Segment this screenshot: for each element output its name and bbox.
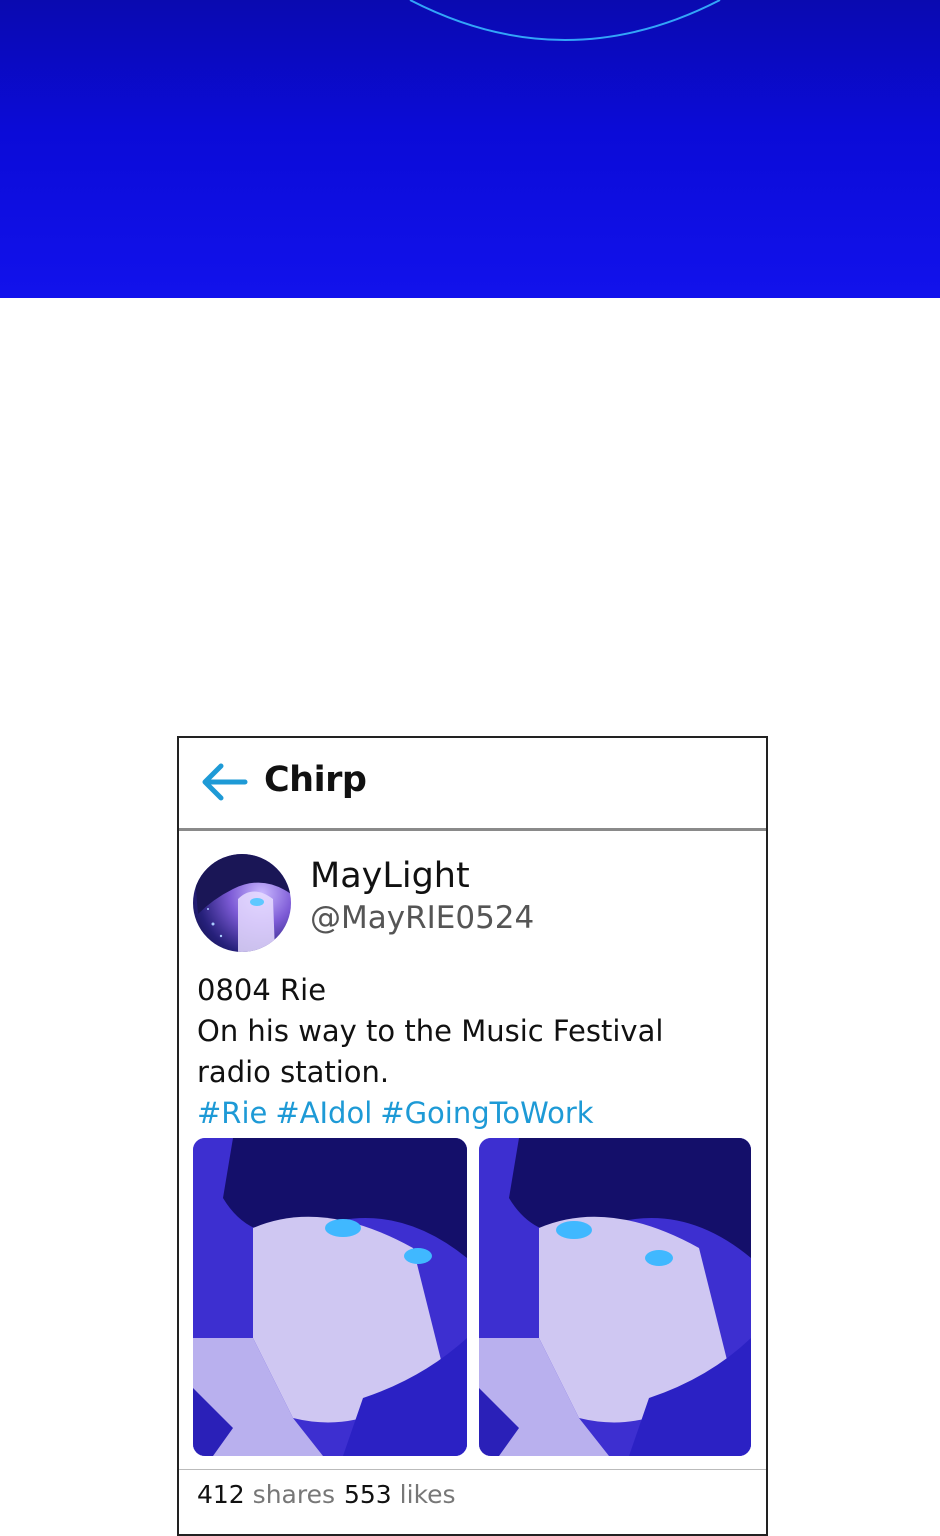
top-comic-panel [0, 0, 940, 298]
likes-label: likes [399, 1480, 456, 1509]
hashtag-link[interactable]: #AIdol [275, 1096, 372, 1130]
app-header: Chirp [179, 738, 766, 831]
hashtag-row: #Rie #AIdol #GoingToWork [197, 1093, 757, 1134]
chirp-post-card: Chirp MayLight @MayRIE0524 0804 Rie On h… [177, 736, 768, 1536]
hashtag-link[interactable]: #GoingToWork [380, 1096, 593, 1130]
shares-count: 412 [197, 1480, 245, 1509]
post-image-2[interactable] [479, 1138, 751, 1456]
avatar[interactable] [193, 854, 291, 952]
display-name[interactable]: MayLight [310, 856, 470, 896]
app-title: Chirp [264, 760, 367, 800]
post-image-1[interactable] [193, 1138, 467, 1456]
post-line: On his way to the Music Festival [197, 1014, 664, 1048]
likes-stat[interactable]: 553 likes [344, 1480, 456, 1509]
post-line: 0804 Rie [197, 973, 327, 1007]
avatar-image [193, 854, 291, 952]
illustration-image [479, 1138, 751, 1456]
arrow-left-icon [202, 763, 248, 801]
illustration-image [193, 1138, 467, 1456]
shares-label: shares [252, 1480, 335, 1509]
hashtag-link[interactable]: #Rie [197, 1096, 267, 1130]
post-body: 0804 Rie On his way to the Music Festiva… [197, 970, 757, 1134]
shares-stat[interactable]: 412 shares [197, 1480, 335, 1509]
user-handle[interactable]: @MayRIE0524 [310, 900, 534, 936]
likes-count: 553 [344, 1480, 392, 1509]
post-line: radio station. [197, 1055, 390, 1089]
back-button[interactable] [199, 760, 249, 804]
glow-arc-decoration [409, 0, 721, 41]
